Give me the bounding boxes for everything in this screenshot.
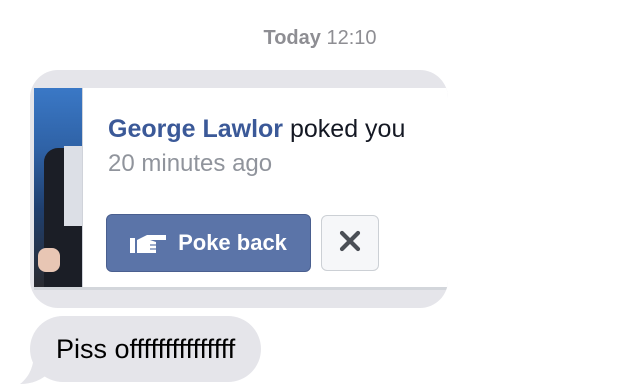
timestamp-time: 12:10 bbox=[326, 27, 377, 49]
poke-back-label: Poke back bbox=[178, 230, 287, 255]
image-message-bubble[interactable]: George Lawlor poked you 20 minutes ago P… bbox=[30, 70, 448, 308]
profile-photo bbox=[34, 88, 82, 290]
text-message-bubble[interactable]: Piss offfffffffffffff bbox=[30, 316, 262, 382]
timestamp-day: Today bbox=[263, 27, 321, 49]
message-text: Piss offfffffffffffff bbox=[56, 333, 236, 364]
close-icon bbox=[339, 230, 361, 257]
hand-point-icon bbox=[130, 232, 168, 254]
poker-name: George Lawlor bbox=[108, 115, 284, 143]
notification-text: George Lawlor poked you bbox=[108, 115, 405, 144]
message-timestamp: Today 12:10 bbox=[0, 27, 640, 50]
poke-back-button[interactable]: Poke back bbox=[106, 214, 311, 272]
notification-action: poked you bbox=[290, 115, 406, 143]
notification-time: 20 minutes ago bbox=[108, 150, 273, 177]
poke-notification-card: George Lawlor poked you 20 minutes ago P… bbox=[34, 88, 448, 290]
dismiss-button[interactable] bbox=[321, 215, 379, 271]
